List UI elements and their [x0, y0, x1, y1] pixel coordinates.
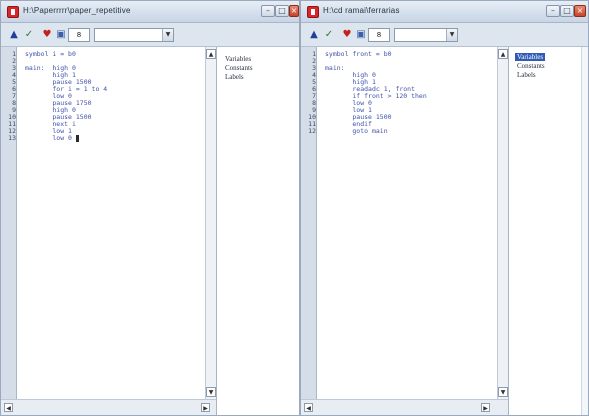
code-line: goto main	[325, 127, 388, 135]
left-title-bar[interactable]: H:\Paperrrrr\paper_repetitive – □ ×	[1, 1, 299, 23]
code-line: symbol i = b0	[25, 50, 76, 58]
scroll-left-arrow-icon[interactable]: ◀	[304, 403, 313, 412]
line-number: 12	[308, 127, 316, 135]
scroll-up-arrow-icon[interactable]: ▲	[498, 49, 508, 59]
line-number: 13	[8, 134, 16, 142]
left-symbol-panel: Variables Constants Labels	[216, 47, 299, 415]
syntax-check-icon[interactable]: ✓	[22, 28, 36, 42]
right-target-combo[interactable]: ▼	[394, 28, 458, 42]
right-horizontal-scrollbar[interactable]: ◀ ▶	[301, 399, 508, 415]
maximize-button[interactable]: □	[275, 5, 289, 17]
code-line-current: low 0	[25, 135, 205, 142]
right-symbol-panel: Variables Constants Labels	[508, 47, 588, 415]
right-window-title: H:\cd ramai\ferrarias	[323, 6, 400, 15]
left-code-editor[interactable]: symbol i = b0 main: high 0 high 1 pause …	[17, 47, 205, 399]
syntax-check-icon[interactable]: ✓	[322, 28, 336, 42]
scroll-right-arrow-icon[interactable]: ▶	[481, 403, 490, 412]
symbol-constants[interactable]: Constants	[223, 64, 255, 72]
scroll-down-arrow-icon[interactable]: ▼	[206, 387, 216, 397]
chevron-down-icon[interactable]: ▼	[446, 29, 457, 41]
symbol-variables[interactable]: Variables	[515, 53, 546, 61]
scroll-down-arrow-icon[interactable]: ▼	[498, 387, 508, 397]
picaxe-app-icon	[307, 6, 319, 18]
left-horizontal-scrollbar[interactable]: ◀ ▶	[1, 399, 216, 415]
maximize-button[interactable]: □	[560, 5, 574, 17]
right-code-editor[interactable]: symbol front = b0 main: high 0 high 1 re…	[317, 47, 497, 399]
save-icon[interactable]: ▣	[54, 28, 68, 42]
left-target-combo[interactable]: ▼	[94, 28, 174, 42]
program-icon[interactable]: ♥	[40, 28, 54, 42]
minimize-button[interactable]: –	[546, 5, 560, 17]
symbol-panel-scrollbar[interactable]	[581, 47, 588, 415]
code-line-text: low 0	[25, 134, 72, 142]
minimize-button[interactable]: –	[261, 5, 275, 17]
chevron-down-icon[interactable]: ▼	[162, 29, 173, 41]
speed-select[interactable]: 8	[68, 28, 90, 42]
picaxe-app-icon	[7, 6, 19, 18]
right-vertical-scrollbar[interactable]: ▲ ▼	[497, 47, 508, 399]
left-toolbar: ▲ ✓ ♥ ▣ 8 ▼	[1, 23, 299, 47]
run-icon[interactable]: ▲	[7, 28, 21, 42]
code-line: symbol front = b0	[325, 50, 392, 58]
save-icon[interactable]: ▣	[354, 28, 368, 42]
right-title-bar[interactable]: H:\cd ramai\ferrarias – □ ×	[301, 1, 588, 23]
right-editor-window: H:\cd ramai\ferrarias – □ × ▲ ✓ ♥ ▣ 8 ▼ …	[300, 0, 589, 416]
symbol-constants[interactable]: Constants	[515, 62, 547, 70]
symbol-variables[interactable]: Variables	[223, 55, 253, 63]
left-vertical-scrollbar[interactable]: ▲ ▼	[205, 47, 216, 399]
symbol-labels[interactable]: Labels	[223, 73, 246, 81]
close-button[interactable]: ×	[289, 5, 299, 17]
left-window-title: H:\Paperrrrr\paper_repetitive	[23, 6, 131, 15]
scroll-up-arrow-icon[interactable]: ▲	[206, 49, 216, 59]
left-line-gutter: 1 2 3 4 5 6 7 8 9 10 11 12 13	[1, 47, 17, 399]
right-toolbar: ▲ ✓ ♥ ▣ 8 ▼	[301, 23, 588, 47]
left-editor-window: H:\Paperrrrr\paper_repetitive – □ × ▲ ✓ …	[0, 0, 300, 416]
scroll-right-arrow-icon[interactable]: ▶	[201, 403, 210, 412]
run-icon[interactable]: ▲	[307, 28, 321, 42]
close-button[interactable]: ×	[574, 5, 586, 17]
symbol-labels[interactable]: Labels	[515, 71, 538, 79]
scroll-left-arrow-icon[interactable]: ◀	[4, 403, 13, 412]
right-line-gutter: 1 2 3 4 5 6 7 8 9 10 11 12	[301, 47, 317, 399]
text-cursor	[75, 135, 79, 142]
speed-select[interactable]: 8	[368, 28, 390, 42]
program-icon[interactable]: ♥	[340, 28, 354, 42]
